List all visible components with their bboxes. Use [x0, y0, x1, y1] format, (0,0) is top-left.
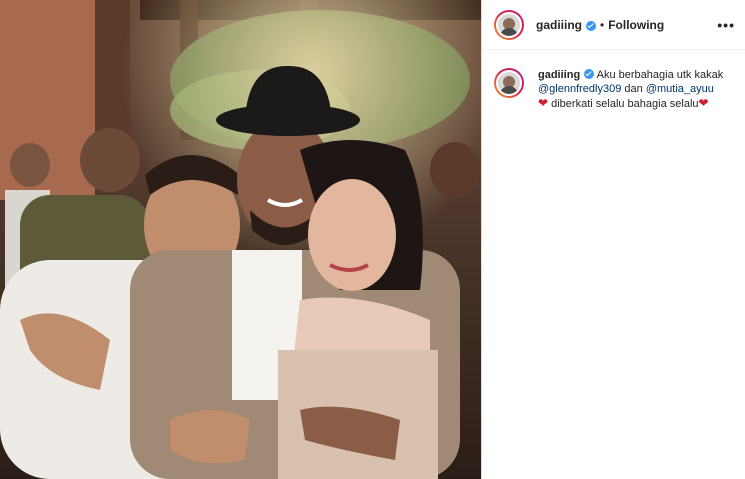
- verified-badge-icon: [584, 69, 595, 79]
- avatar-body-shape: [500, 27, 518, 36]
- caption-text-part: diberkati selalu bahagia selalu: [551, 98, 699, 110]
- more-options-icon[interactable]: •••: [717, 17, 735, 33]
- avatar-image: [496, 11, 522, 38]
- mention-link[interactable]: @glennfredly309: [538, 83, 621, 95]
- instagram-post: gadiiing • Following ••• gadiiing Aku be…: [0, 0, 745, 479]
- heart-emoji-icon: ❤: [698, 96, 709, 110]
- caption-text-part: Aku berbahagia utk kakak: [596, 69, 724, 81]
- post-photo[interactable]: [0, 0, 481, 479]
- post-caption: gadiiing Aku berbahagia utk kakak @glenn…: [482, 50, 745, 111]
- caption-avatar[interactable]: [494, 68, 524, 98]
- heart-emoji-icon: ❤: [538, 96, 549, 110]
- caption-avatar-image: [496, 70, 522, 96]
- mention-link[interactable]: @mutia_ayuu: [646, 83, 714, 95]
- post-sidebar: gadiiing • Following ••• gadiiing Aku be…: [481, 0, 745, 479]
- avatar-body-shape: [500, 86, 518, 94]
- username-link[interactable]: gadiiing: [536, 18, 582, 32]
- caption-text: gadiiing Aku berbahagia utk kakak @glenn…: [538, 68, 728, 111]
- verified-badge-icon: [586, 20, 596, 31]
- caption-username-link[interactable]: gadiiing: [538, 69, 580, 81]
- avatar[interactable]: [494, 9, 524, 40]
- post-header: gadiiing • Following •••: [482, 0, 745, 50]
- caption-text-part: dan: [624, 83, 643, 95]
- following-button[interactable]: Following: [608, 18, 664, 32]
- wedding-group-photo: [0, 0, 481, 479]
- separator-dot: •: [600, 17, 605, 32]
